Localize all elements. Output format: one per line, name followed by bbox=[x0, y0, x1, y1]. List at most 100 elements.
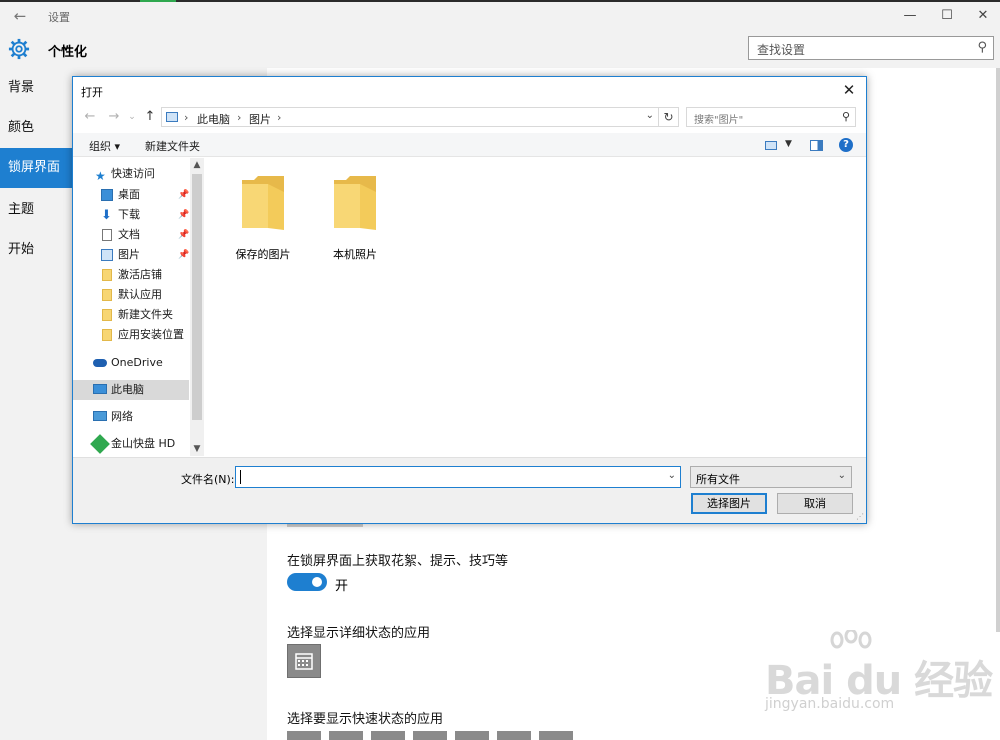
settings-scrollbar[interactable] bbox=[996, 68, 1000, 632]
quick-app-tile[interactable] bbox=[455, 731, 489, 740]
filename-label: 文件名(N): bbox=[181, 473, 235, 486]
new-folder-button[interactable]: 新建文件夹 bbox=[145, 138, 200, 154]
tree-item-network[interactable]: 网络 bbox=[73, 407, 189, 427]
scroll-down-icon[interactable]: ▼ bbox=[190, 442, 204, 456]
quick-app-tile[interactable] bbox=[371, 731, 405, 740]
pin-icon[interactable]: 📌 bbox=[178, 225, 189, 245]
dialog-footer: 文件名(N): ⌄ 所有文件 ⌄ 选择图片 取消 ⋰ bbox=[73, 457, 866, 523]
dialog-close-icon[interactable]: ✕ bbox=[838, 79, 860, 101]
network-icon bbox=[93, 411, 107, 421]
calendar-app-tile[interactable] bbox=[287, 644, 321, 678]
quick-app-tile[interactable] bbox=[413, 731, 447, 740]
filename-dropdown-icon[interactable]: ⌄ bbox=[668, 470, 676, 481]
sidebar-item-colors[interactable]: 颜色 bbox=[0, 108, 72, 148]
open-button[interactable]: 选择图片 bbox=[691, 493, 767, 514]
tree-label: 默认应用 bbox=[118, 288, 162, 301]
tree-item-folder[interactable]: 应用安装位置 bbox=[73, 325, 189, 345]
folder-item[interactable]: 本机照片 bbox=[320, 172, 390, 262]
tree-label: 快速访问 bbox=[111, 167, 155, 180]
breadcrumb-chevron-icon[interactable]: › bbox=[184, 111, 188, 124]
recent-dropdown-icon[interactable]: ⌄ bbox=[123, 108, 141, 126]
baidu-watermark: Bai du 经验 jingyan.baidu.com bbox=[765, 630, 995, 720]
tree-label: 桌面 bbox=[118, 188, 140, 201]
sidebar-item-background[interactable]: 背景 bbox=[0, 68, 72, 108]
tips-setting-label: 在锁屏界面上获取花絮、提示、技巧等 bbox=[287, 554, 509, 569]
file-type-select[interactable]: 所有文件 ⌄ bbox=[690, 466, 852, 488]
computer-icon bbox=[166, 112, 178, 122]
folder-item[interactable]: 保存的图片 bbox=[228, 172, 298, 262]
help-icon[interactable]: ? bbox=[839, 138, 853, 152]
pin-icon[interactable]: 📌 bbox=[178, 205, 189, 225]
address-dropdown-icon[interactable]: ⌄ bbox=[646, 110, 654, 121]
view-options-icon[interactable] bbox=[765, 141, 777, 150]
tree-item-documents[interactable]: 文档 📌 bbox=[73, 225, 189, 245]
quick-app-tile[interactable] bbox=[539, 731, 573, 740]
search-icon[interactable]: ⚲ bbox=[842, 110, 850, 123]
address-bar[interactable]: › 此电脑 › 图片 › ⌄ bbox=[161, 107, 659, 127]
file-list: 保存的图片 本机照片 bbox=[206, 158, 866, 456]
back-arrow-icon[interactable]: ← bbox=[10, 6, 30, 26]
chevron-down-icon[interactable]: ⌄ bbox=[838, 470, 846, 481]
tree-item-kuaipan[interactable]: 金山快盘 HD bbox=[73, 434, 189, 454]
tree-label: 文档 bbox=[118, 228, 140, 241]
settings-header: 个性化 查找设置 ⚲ bbox=[0, 30, 1000, 68]
scroll-up-icon[interactable]: ▲ bbox=[190, 158, 204, 172]
quick-app-tile[interactable] bbox=[497, 731, 531, 740]
close-icon[interactable]: ✕ bbox=[968, 6, 998, 26]
cloud-icon bbox=[93, 359, 107, 367]
preview-pane-icon[interactable] bbox=[810, 140, 823, 151]
tree-item-folder[interactable]: 激活店铺 bbox=[73, 265, 189, 285]
minimize-icon[interactable]: — bbox=[895, 6, 925, 26]
pin-icon[interactable]: 📌 bbox=[178, 245, 189, 265]
toggle-knob bbox=[312, 577, 322, 587]
tree-item-quick-access[interactable]: ★ 快速访问 bbox=[73, 164, 189, 184]
tree-label: 应用安装位置 bbox=[118, 328, 184, 341]
breadcrumb-this-pc[interactable]: 此电脑 bbox=[197, 111, 230, 127]
quick-app-tile[interactable] bbox=[287, 731, 321, 740]
tree-item-pictures[interactable]: 图片 📌 bbox=[73, 245, 189, 265]
tips-toggle[interactable] bbox=[287, 573, 327, 591]
refresh-icon[interactable]: ↻ bbox=[659, 107, 679, 127]
dialog-title: 打开 bbox=[81, 86, 103, 99]
tree-label: 新建文件夹 bbox=[118, 308, 173, 321]
folder-label: 本机照片 bbox=[333, 248, 377, 261]
tree-label: 网络 bbox=[111, 410, 133, 423]
breadcrumb-pictures[interactable]: 图片 bbox=[249, 111, 271, 127]
organize-button[interactable]: 组织 ▾ bbox=[89, 138, 120, 154]
sidebar-item-lock-screen[interactable]: 锁屏界面 bbox=[0, 148, 72, 188]
cancel-button[interactable]: 取消 bbox=[777, 493, 853, 514]
calendar-icon bbox=[295, 653, 313, 670]
tree-item-downloads[interactable]: ⬇ 下载 📌 bbox=[73, 205, 189, 225]
tree-item-folder[interactable]: 新建文件夹 bbox=[73, 305, 189, 325]
filename-input[interactable]: ⌄ bbox=[235, 466, 681, 488]
computer-icon bbox=[93, 384, 107, 394]
pictures-icon bbox=[101, 249, 113, 261]
folder-icon bbox=[102, 309, 112, 321]
breadcrumb-chevron-icon[interactable]: › bbox=[237, 111, 241, 124]
tree-item-folder[interactable]: 默认应用 bbox=[73, 285, 189, 305]
gear-icon bbox=[8, 38, 30, 60]
pin-icon[interactable]: 📌 bbox=[178, 185, 189, 205]
navigation-scrollbar[interactable]: ▲ ▼ bbox=[190, 158, 204, 456]
breadcrumb-chevron-icon[interactable]: › bbox=[277, 111, 281, 124]
search-icon[interactable]: ⚲ bbox=[977, 40, 987, 55]
maximize-icon[interactable]: ☐ bbox=[932, 6, 962, 26]
sidebar-item-start[interactable]: 开始 bbox=[0, 230, 72, 270]
resize-grip-icon[interactable]: ⋰ bbox=[856, 512, 864, 521]
tree-item-this-pc[interactable]: 此电脑 bbox=[73, 380, 189, 400]
view-dropdown-icon[interactable]: ▼ bbox=[785, 139, 792, 149]
tree-label: 下载 bbox=[118, 208, 140, 221]
tree-item-onedrive[interactable]: OneDrive bbox=[73, 353, 189, 373]
sidebar-item-themes[interactable]: 主题 bbox=[0, 190, 72, 230]
tree-item-desktop[interactable]: 桌面 📌 bbox=[73, 185, 189, 205]
title-bar: ← 设置 — ☐ ✕ bbox=[0, 2, 1000, 30]
forward-icon[interactable]: → bbox=[105, 108, 123, 126]
window-title: 设置 bbox=[48, 11, 70, 24]
scroll-thumb[interactable] bbox=[192, 174, 202, 420]
back-icon[interactable]: ← bbox=[81, 108, 99, 126]
settings-search-input[interactable]: 查找设置 ⚲ bbox=[748, 36, 994, 60]
document-icon bbox=[102, 229, 112, 241]
dialog-search-input[interactable]: 搜索"图片" ⚲ bbox=[686, 107, 856, 127]
quick-app-tile[interactable] bbox=[329, 731, 363, 740]
up-folder-icon[interactable]: ↑ bbox=[141, 108, 159, 126]
